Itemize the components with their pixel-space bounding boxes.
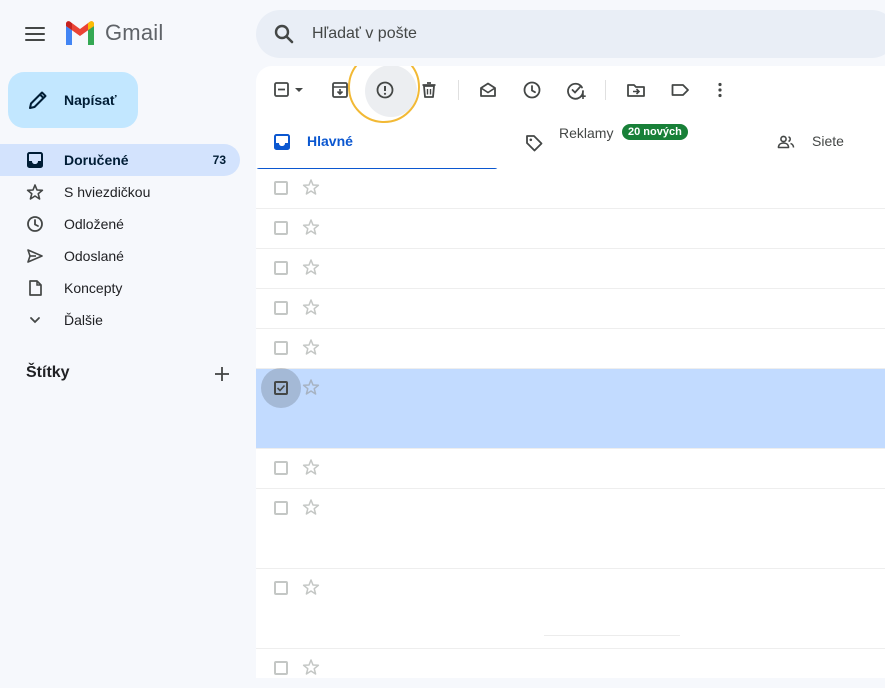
sidebar-item-label: Odoslané [64,248,124,264]
star-icon[interactable] [302,178,320,196]
menu-bar [25,39,45,41]
search-bar[interactable]: Hľadať v pošte [256,10,885,58]
tab-social[interactable]: Siete [758,114,885,170]
table-row-selected[interactable] [256,368,885,449]
select-dropdown-icon[interactable] [292,78,306,102]
sidebar-item-label: S hviezdičkou [64,184,151,200]
sidebar-item-starred[interactable]: S hviezdičkou [0,176,240,208]
row-checkbox[interactable] [274,661,288,675]
tab-promotions[interactable] [498,114,758,170]
add-task-icon[interactable] [564,78,588,102]
clock-icon [26,215,44,233]
mail-panel: Hlavné Reklamy 20 nových Siete [256,66,885,678]
star-icon[interactable] [302,498,320,516]
row-checkbox[interactable] [274,301,288,315]
table-row[interactable] [256,649,885,678]
sidebar-nav: Doručené 73 S hviezdičkou Odložené Odosl… [0,144,240,336]
row-checkbox[interactable] [274,461,288,475]
delete-icon[interactable] [417,78,441,102]
star-icon[interactable] [302,218,320,236]
sidebar-item-sent[interactable]: Odoslané [0,240,240,272]
inbox-icon [26,151,44,169]
label-icon[interactable] [668,78,692,102]
row-checkbox[interactable] [274,221,288,235]
menu-bar [25,27,45,29]
star-icon[interactable] [302,578,320,596]
toolbar-divider [458,80,459,100]
star-icon[interactable] [302,258,320,276]
archive-icon[interactable] [328,78,352,102]
table-row[interactable] [256,169,885,209]
sidebar-item-label: Doručené [64,152,129,168]
mark-read-icon[interactable] [476,78,500,102]
table-row[interactable] [256,569,885,649]
sidebar-item-label: Ďalšie [64,312,103,328]
toolbar-divider [605,80,606,100]
tab-label: Hlavné [307,133,353,149]
move-to-icon[interactable] [624,78,648,102]
star-icon[interactable] [302,378,320,396]
star-icon [26,183,44,201]
compose-label: Napísať [64,92,117,108]
search-input[interactable]: Hľadať v pošte [312,25,417,43]
sidebar-item-drafts[interactable]: Koncepty [0,272,240,304]
row-checkbox[interactable] [274,501,288,515]
sidebar-item-inbox[interactable]: Doručené 73 [0,144,240,176]
table-row[interactable] [256,249,885,289]
star-icon[interactable] [302,658,320,676]
toolbar [256,66,885,123]
people-icon [776,132,796,152]
table-row[interactable] [256,489,885,569]
tab-label: Reklamy [559,125,614,141]
chevron-down-icon [26,311,44,329]
row-checkbox[interactable] [274,381,288,395]
row-checkbox[interactable] [274,181,288,195]
app-name: Gmail [105,20,164,45]
unread-count: 73 [212,153,226,167]
row-divider [544,635,680,636]
star-icon[interactable] [302,298,320,316]
tab-label: Siete [812,133,844,149]
select-checkbox-icon[interactable] [270,78,294,102]
row-checkbox[interactable] [274,261,288,275]
table-row[interactable] [256,289,885,329]
report-spam-icon[interactable] [373,78,397,102]
row-checkbox[interactable] [274,581,288,595]
search-icon[interactable] [272,22,296,46]
gmail-m-icon [66,21,94,45]
table-row[interactable] [256,449,885,489]
sidebar-item-more[interactable]: Ďalšie [0,304,240,336]
menu-bar [25,33,45,35]
tab-primary[interactable]: Hlavné [256,114,498,171]
category-tabs: Hlavné Reklamy 20 nových Siete [256,114,885,171]
new-count-badge: 20 nových [622,124,688,140]
snooze-icon[interactable] [520,78,544,102]
send-icon [26,247,44,265]
draft-icon [26,279,44,297]
tag-icon [524,133,544,153]
more-vert-icon[interactable] [708,78,732,102]
inbox-icon [272,132,292,152]
labels-heading: Štítky [26,364,70,381]
pencil-icon [26,88,50,112]
row-checkbox[interactable] [274,341,288,355]
table-row[interactable] [256,329,885,369]
sidebar-item-label: Koncepty [64,280,123,296]
sidebar-item-snoozed[interactable]: Odložené [0,208,240,240]
table-row[interactable] [256,209,885,249]
main-menu-button[interactable] [24,24,46,44]
star-icon[interactable] [302,458,320,476]
gmail-logo[interactable]: Gmail [64,20,163,46]
star-icon[interactable] [302,338,320,356]
sidebar-item-label: Odložené [64,216,124,232]
add-label-icon[interactable] [212,364,232,384]
compose-button[interactable]: Napísať [8,72,138,128]
